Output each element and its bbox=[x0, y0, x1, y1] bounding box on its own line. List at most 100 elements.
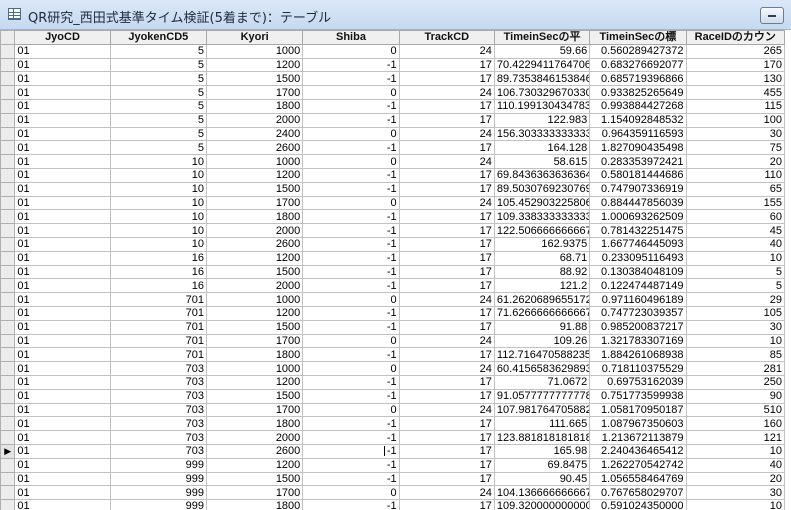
cell-kyori[interactable]: 1800 bbox=[205, 416, 304, 432]
cell-time-avg[interactable]: 122.506666666667 bbox=[493, 223, 591, 238]
table-row[interactable]: 01 701 1700 0 24 109.26 1.321783307169 10 bbox=[0, 333, 786, 349]
cell-shiba[interactable]: -1 bbox=[302, 443, 400, 459]
cell-jyocd[interactable]: 01 bbox=[14, 154, 111, 169]
row-selector[interactable] bbox=[0, 292, 16, 307]
cell-shiba[interactable]: -1 bbox=[302, 250, 400, 266]
table-row[interactable]: 01 10 1200 -1 17 69.8436363636364 0.5801814446… bbox=[0, 167, 786, 183]
cell-jyokencd5[interactable]: 701 bbox=[109, 292, 207, 307]
cell-shiba[interactable]: -1 bbox=[302, 181, 400, 197]
cell-shiba[interactable]: 0 bbox=[302, 154, 400, 169]
table-row[interactable]: 01 703 1200 -1 17 71.0672 0.69753162039 250 bbox=[0, 374, 786, 390]
cell-jyocd[interactable]: 01 bbox=[14, 236, 111, 252]
cell-jyocd[interactable]: 01 bbox=[14, 374, 111, 390]
cell-time-avg[interactable]: 109.338333333333 bbox=[493, 209, 591, 225]
cell-shiba[interactable]: -1 bbox=[302, 430, 400, 445]
row-selector[interactable] bbox=[0, 126, 16, 142]
cell-time-avg[interactable]: 164.128 bbox=[493, 140, 591, 156]
cell-shiba[interactable]: -1 bbox=[302, 499, 400, 510]
row-selector[interactable] bbox=[0, 374, 16, 390]
cell-trackcd[interactable]: 24 bbox=[398, 85, 495, 100]
cell-time-stdev[interactable]: 0.69753162039 bbox=[589, 374, 687, 390]
cell-trackcd[interactable]: 17 bbox=[398, 236, 495, 252]
cell-race-count[interactable]: 30 bbox=[685, 319, 786, 335]
cell-time-stdev[interactable]: 0.591024350000 bbox=[589, 499, 687, 510]
cell-trackcd[interactable]: 17 bbox=[398, 347, 495, 363]
row-selector[interactable] bbox=[0, 140, 16, 156]
cell-time-stdev[interactable]: 0.964359116593 bbox=[589, 126, 687, 142]
row-selector[interactable] bbox=[0, 236, 16, 252]
cell-time-stdev[interactable]: 1.213672113879 bbox=[589, 430, 687, 445]
cell-jyocd[interactable]: 01 bbox=[14, 140, 111, 156]
cell-race-count[interactable]: 29 bbox=[685, 292, 786, 307]
cell-race-count[interactable]: 90 bbox=[685, 388, 786, 404]
cell-kyori[interactable]: 1500 bbox=[205, 181, 304, 197]
cell-kyori[interactable]: 1000 bbox=[205, 361, 304, 376]
cell-jyokencd5[interactable]: 10 bbox=[109, 154, 207, 169]
cell-trackcd[interactable]: 17 bbox=[398, 181, 495, 197]
cell-time-stdev[interactable]: 1.154092848532 bbox=[589, 112, 687, 128]
cell-kyori[interactable]: 2000 bbox=[205, 430, 304, 445]
cell-jyokencd5[interactable]: 703 bbox=[109, 416, 207, 432]
cell-kyori[interactable]: 2600 bbox=[205, 140, 304, 156]
table-row[interactable]: 01 5 2600 -1 17 164.128 1.827090435498 75 bbox=[0, 140, 786, 156]
cell-jyocd[interactable]: 01 bbox=[14, 98, 111, 114]
cell-jyokencd5[interactable]: 5 bbox=[109, 98, 207, 114]
cell-trackcd[interactable]: 17 bbox=[398, 140, 495, 156]
cell-race-count[interactable]: 105 bbox=[685, 305, 786, 321]
cell-kyori[interactable]: 2600 bbox=[205, 236, 304, 252]
cell-shiba[interactable]: -1 bbox=[302, 112, 400, 128]
cell-shiba[interactable]: 0 bbox=[302, 195, 400, 211]
cell-time-stdev[interactable]: 0.747907336919 bbox=[589, 181, 687, 197]
cell-time-avg[interactable]: 112.716470588235 bbox=[493, 347, 591, 363]
cell-jyocd[interactable]: 01 bbox=[14, 195, 111, 211]
cell-time-avg[interactable]: 58.615 bbox=[493, 154, 591, 169]
cell-jyocd[interactable]: 01 bbox=[14, 43, 111, 59]
cell-time-stdev[interactable]: 1.056558464769 bbox=[589, 471, 687, 487]
cell-time-stdev[interactable]: 1.000693262509 bbox=[589, 209, 687, 225]
cell-trackcd[interactable]: 17 bbox=[398, 250, 495, 266]
cell-race-count[interactable]: 455 bbox=[685, 85, 786, 100]
cell-race-count[interactable]: 30 bbox=[685, 485, 786, 501]
cell-time-avg[interactable]: 109.320000000000 bbox=[493, 499, 591, 510]
cell-jyokencd5[interactable]: 703 bbox=[109, 443, 207, 459]
cell-trackcd[interactable]: 17 bbox=[398, 278, 495, 294]
table-row[interactable]: ▶ 01 703 2600 -1 17 165.98 2.240436465412 10 bbox=[0, 443, 786, 459]
column-header-shiba[interactable]: Shiba bbox=[302, 30, 400, 45]
cell-kyori[interactable]: 2600 bbox=[205, 443, 304, 459]
table-row[interactable]: 01 701 1800 -1 17 112.716470588235 1.884261068… bbox=[0, 347, 786, 363]
cell-race-count[interactable]: 121 bbox=[685, 430, 786, 445]
cell-trackcd[interactable]: 24 bbox=[398, 126, 495, 142]
cell-trackcd[interactable]: 17 bbox=[398, 388, 495, 404]
cell-race-count[interactable]: 170 bbox=[685, 57, 786, 73]
row-selector[interactable] bbox=[0, 430, 16, 445]
cell-kyori[interactable]: 1000 bbox=[205, 43, 304, 59]
cell-time-stdev[interactable]: 0.993884427268 bbox=[589, 98, 687, 114]
cell-time-avg[interactable]: 109.26 bbox=[493, 333, 591, 349]
cell-race-count[interactable]: 115 bbox=[685, 98, 786, 114]
table-row[interactable]: 01 16 2000 -1 17 121.2 0.122474487149 5 bbox=[0, 278, 786, 294]
row-selector[interactable] bbox=[0, 154, 16, 169]
row-selector[interactable]: ▶ bbox=[0, 443, 16, 459]
cell-jyocd[interactable]: 01 bbox=[14, 347, 111, 363]
cell-jyokencd5[interactable]: 703 bbox=[109, 430, 207, 445]
cell-kyori[interactable]: 2400 bbox=[205, 126, 304, 142]
cell-race-count[interactable]: 281 bbox=[685, 361, 786, 376]
table-row[interactable]: 01 703 2000 -1 17 123.881818181818 1.213672113… bbox=[0, 430, 786, 445]
cell-time-avg[interactable]: 69.8436363636364 bbox=[493, 167, 591, 183]
cell-jyocd[interactable]: 01 bbox=[14, 223, 111, 238]
cell-race-count[interactable]: 5 bbox=[685, 264, 786, 280]
table-row[interactable]: 01 999 1200 -1 17 69.8475 1.262270542742 40 bbox=[0, 457, 786, 473]
cell-time-stdev[interactable]: 0.718110375529 bbox=[589, 361, 687, 376]
cell-jyokencd5[interactable]: 10 bbox=[109, 236, 207, 252]
row-selector[interactable] bbox=[0, 278, 16, 294]
table-row[interactable]: 01 10 2600 -1 17 162.9375 1.667746445093 40 bbox=[0, 236, 786, 252]
cell-trackcd[interactable]: 24 bbox=[398, 195, 495, 211]
row-selector[interactable] bbox=[0, 98, 16, 114]
cell-race-count[interactable]: 250 bbox=[685, 374, 786, 390]
cell-time-stdev[interactable]: 0.971160496189 bbox=[589, 292, 687, 307]
cell-jyokencd5[interactable]: 999 bbox=[109, 457, 207, 473]
table-row[interactable]: 01 701 1200 -1 17 71.6266666666667 0.747723039… bbox=[0, 305, 786, 321]
cell-race-count[interactable]: 40 bbox=[685, 236, 786, 252]
row-selector[interactable] bbox=[0, 333, 16, 349]
cell-race-count[interactable]: 10 bbox=[685, 333, 786, 349]
